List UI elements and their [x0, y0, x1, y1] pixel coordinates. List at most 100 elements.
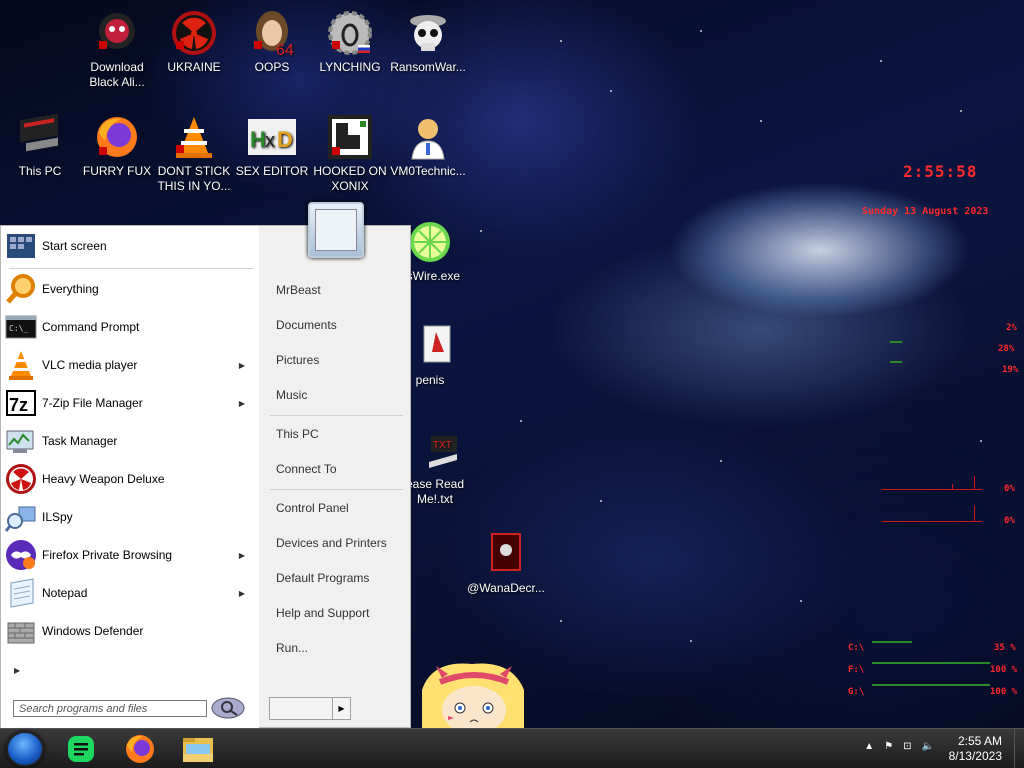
- action-center-flag-icon[interactable]: ⚑: [884, 741, 893, 752]
- system-tray: ▲ ⚑ ⊡ 🔈: [864, 741, 934, 752]
- drive-c-label: C:\: [848, 643, 865, 653]
- shutdown-button[interactable]: ▶: [269, 697, 351, 720]
- net-spike-1: [952, 484, 953, 490]
- start-menu-item-label: Heavy Weapon Deluxe: [42, 472, 165, 486]
- desktop-icon-hooked-on-xonix[interactable]: HOOKED ON XONIX: [310, 109, 390, 194]
- network-icon[interactable]: ⊡: [903, 741, 911, 752]
- start-menu-item-start-screen[interactable]: Start screen: [5, 228, 255, 264]
- start-menu-item-label: Notepad: [42, 586, 88, 600]
- firefox-icon: [93, 113, 141, 161]
- start-menu-item-task-manager[interactable]: Task Manager: [5, 423, 255, 459]
- drive-g-value: 100 %: [990, 687, 1018, 697]
- svg-text:x: x: [265, 130, 275, 152]
- start-menu-item-ilspy[interactable]: ILSpy: [4, 499, 255, 535]
- spotify-icon: [68, 736, 94, 762]
- cpu-meter-3: 19%: [1002, 365, 1019, 375]
- start-menu-item-everything[interactable]: Everything: [5, 271, 255, 307]
- net-graph-2: [882, 521, 982, 522]
- desktop-icon-dont-stick[interactable]: DONT STICK THIS IN YO...: [154, 109, 234, 194]
- start-menu-link-run[interactable]: Run...: [270, 635, 405, 661]
- submenu-arrow-icon: ▶: [238, 398, 245, 408]
- svg-text:H: H: [250, 127, 266, 152]
- start-menu-item-command-prompt[interactable]: C:\_ Command Prompt: [5, 309, 255, 345]
- user-avatar: [315, 209, 357, 251]
- start-menu-item-7zip[interactable]: 7z 7-Zip File Manager ▶: [5, 385, 255, 421]
- submenu-arrow-icon: ▶: [238, 360, 245, 370]
- drive-f-label: F:\: [848, 665, 865, 675]
- start-menu-link-this-pc[interactable]: This PC: [270, 421, 405, 447]
- desktop-icon-oops[interactable]: 64 OOPS: [232, 5, 312, 75]
- taskbar-app-spotify[interactable]: [60, 732, 104, 766]
- start-menu-item-label: 7-Zip File Manager: [42, 396, 143, 410]
- start-menu-link-pictures[interactable]: Pictures: [270, 347, 405, 373]
- defender-wall-icon: [5, 615, 37, 647]
- desktop-icon-lynching[interactable]: LYNCHING: [310, 5, 390, 75]
- desktop-icon-furry-fux[interactable]: FURRY FUX: [77, 109, 157, 179]
- start-menu-link-default-programs[interactable]: Default Programs: [270, 565, 405, 591]
- search-button-icon[interactable]: [210, 696, 246, 720]
- all-programs-arrow-icon[interactable]: ▶: [14, 666, 20, 675]
- start-menu-item-label: Everything: [42, 282, 99, 296]
- show-desktop-button[interactable]: [1014, 729, 1024, 768]
- wanacry-icon: [482, 530, 530, 578]
- shutdown-options-arrow-icon[interactable]: ▶: [332, 698, 350, 719]
- start-menu-link-music[interactable]: Music: [270, 382, 405, 408]
- user-picture-frame[interactable]: [308, 202, 364, 258]
- taskbar-time: 2:55 AM: [957, 734, 1002, 748]
- start-menu-link-help-support[interactable]: Help and Support: [270, 600, 405, 626]
- start-menu-item-vlc[interactable]: VLC media player ▶: [5, 347, 255, 383]
- desktop-icon-download-black-ali[interactable]: Download Black Ali...: [77, 5, 157, 90]
- start-menu-link-connect-to[interactable]: Connect To: [270, 456, 405, 482]
- start-menu-programs-pane: Start screen Everything C:\_ Command Pro…: [1, 226, 259, 729]
- portrait-icon: 64: [248, 9, 296, 59]
- submenu-arrow-icon: ▶: [238, 588, 245, 598]
- desktop-icon-ukraine[interactable]: UKRAINE: [154, 5, 234, 75]
- start-menu-item-label: VLC media player: [42, 358, 138, 372]
- lime-icon: [406, 218, 454, 266]
- cpu-meter-2: 28%: [998, 344, 1015, 354]
- start-menu-link-devices-printers[interactable]: Devices and Printers: [270, 530, 405, 556]
- start-menu-item-notepad[interactable]: Notepad ▶: [5, 575, 255, 611]
- radiation-icon: [5, 463, 37, 495]
- ilspy-icon: [4, 501, 37, 533]
- cartoon-character-icon: [412, 660, 527, 728]
- start-orb-button[interactable]: [6, 731, 44, 767]
- svg-text:64: 64: [276, 42, 294, 57]
- desktop-icon-vm0technic[interactable]: VM0Technic...: [388, 109, 468, 179]
- vlc-cone-icon: [170, 113, 218, 161]
- net-graph-1: [882, 489, 982, 490]
- start-menu: Start screen Everything C:\_ Command Pro…: [0, 225, 411, 729]
- drive-c-bar: [872, 641, 912, 643]
- volume-icon[interactable]: 🔈: [922, 741, 934, 752]
- start-menu-link-documents[interactable]: Documents: [270, 312, 405, 338]
- net-spike-2: [974, 476, 975, 490]
- svg-text:D: D: [277, 127, 293, 152]
- cpu-bar-1: [890, 341, 902, 343]
- desktop-icon-sex-editor[interactable]: HxD SEX EDITOR: [232, 109, 312, 179]
- taskbar-app-firefox[interactable]: [118, 732, 162, 766]
- taskbar-clock[interactable]: 2:55 AM 8/13/2023: [949, 734, 1002, 764]
- vlc-cone-icon: [5, 349, 37, 381]
- computer-icon: [16, 113, 64, 161]
- start-menu-item-label: Firefox Private Browsing: [42, 548, 173, 562]
- start-menu-link-mrbeast[interactable]: MrBeast: [270, 277, 405, 303]
- drive-f-bar: [872, 662, 990, 664]
- start-menu-link-control-panel[interactable]: Control Panel: [270, 495, 405, 521]
- desktop-date-widget: Sunday 13 August 2023: [862, 206, 989, 217]
- svg-text:C:\_: C:\_: [9, 324, 28, 333]
- search-input[interactable]: [13, 700, 207, 717]
- start-menu-right-separator: [270, 415, 403, 416]
- start-menu-item-windows-defender[interactable]: Windows Defender: [5, 613, 255, 649]
- notepad-icon: [5, 577, 37, 609]
- show-hidden-icons-icon[interactable]: ▲: [864, 741, 874, 752]
- txt-file-icon: TXT: [411, 426, 459, 474]
- 7zip-icon: 7z: [5, 387, 37, 419]
- doctor-icon: [404, 113, 452, 161]
- desktop-icon-wanadecryptor[interactable]: @WanaDecr...: [466, 526, 546, 596]
- task-manager-icon: [5, 425, 37, 457]
- taskbar-app-file-explorer[interactable]: [176, 732, 220, 766]
- desktop-icon-this-pc[interactable]: This PC: [0, 109, 80, 179]
- start-menu-item-firefox-private[interactable]: Firefox Private Browsing ▶: [5, 537, 255, 573]
- desktop-icon-ransomware[interactable]: RansomWar...: [388, 5, 468, 75]
- start-menu-item-heavy-weapon[interactable]: Heavy Weapon Deluxe: [5, 461, 255, 497]
